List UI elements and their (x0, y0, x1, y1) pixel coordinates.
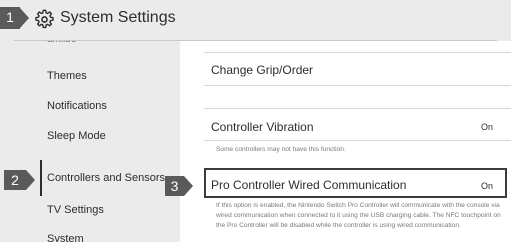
sidebar-selection-indicator (40, 160, 42, 196)
pro-controller-wired-communication-label: Pro Controller Wired Communication (211, 178, 407, 192)
settings-panel: Change Grip/Order Controller Vibration O… (180, 41, 511, 242)
gear-icon (35, 9, 54, 29)
step-badge-arrow (26, 170, 35, 190)
sidebar-item-sleep-mode[interactable]: Sleep Mode (47, 130, 106, 142)
controller-vibration-description: Some controllers may not have this funct… (216, 146, 346, 153)
controller-vibration-row[interactable]: Controller Vibration (211, 120, 314, 134)
divider (204, 85, 511, 86)
pro-controller-wired-communication-value: On (480, 181, 493, 191)
step-badge-arrow (184, 176, 193, 196)
pro-controller-wired-communication-description: If this option is enabled, the Nintendo … (216, 202, 501, 229)
divider (204, 108, 511, 109)
sidebar: amiibo Themes Notifications Sleep Mode C… (0, 41, 180, 242)
sidebar-item-amiibo[interactable]: amiibo (47, 41, 76, 45)
step-badge-3: 3 (165, 176, 184, 196)
sidebar-item-controllers-and-sensors[interactable]: Controllers and Sensors (47, 172, 165, 184)
step-badge-1: 1 (0, 7, 20, 29)
sidebar-item-themes[interactable]: Themes (47, 70, 87, 82)
step-badge-2: 2 (4, 170, 26, 190)
change-grip-order-row[interactable]: Change Grip/Order (211, 63, 313, 77)
sidebar-item-notifications[interactable]: Notifications (47, 100, 107, 112)
sidebar-item-system[interactable]: System (47, 233, 84, 242)
sidebar-item-tv-settings[interactable]: TV Settings (47, 204, 104, 216)
controller-vibration-value: On (480, 122, 493, 132)
divider (204, 140, 511, 141)
divider (204, 52, 511, 53)
header: System Settings (0, 0, 511, 40)
step-badge-arrow (20, 8, 29, 28)
page-title: System Settings (60, 9, 176, 26)
